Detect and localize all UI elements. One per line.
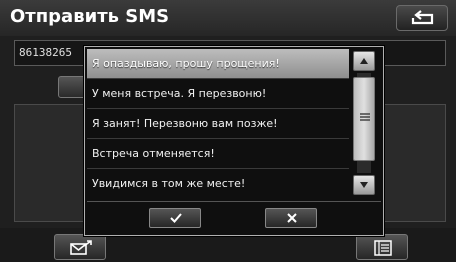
scroll-down-button[interactable]	[353, 175, 375, 195]
x-icon	[287, 213, 297, 223]
send-button[interactable]	[54, 234, 106, 260]
back-button[interactable]	[396, 5, 448, 31]
popup-footer	[87, 201, 381, 234]
template-list: Я опаздываю, прошу прощения! У меня встр…	[87, 49, 349, 199]
template-item-label: Увидимся в том же месте!	[92, 177, 246, 190]
template-item[interactable]: У меня встреча. Я перезвоню!	[87, 79, 349, 109]
template-item-label: У меня встреча. Я перезвоню!	[92, 87, 267, 100]
title-bar: Отправить SMS	[0, 0, 456, 36]
template-item[interactable]: Я опаздываю, прошу прощения!	[87, 49, 349, 79]
return-arrow-icon	[411, 10, 434, 25]
send-message-icon	[70, 240, 92, 255]
cancel-button[interactable]	[265, 208, 317, 228]
scroll-thumb[interactable]	[353, 77, 375, 161]
template-popup: Я опаздываю, прошу прощения! У меня встр…	[84, 46, 384, 236]
template-item-label: Я занят! Перезвоню вам позже!	[92, 117, 278, 130]
checkmark-icon	[170, 213, 182, 223]
sms-screen: Отправить SMS 86138265 Я опаздываю, прош…	[0, 0, 456, 262]
page-title: Отправить SMS	[10, 6, 170, 27]
template-item[interactable]: Увидимся в том же месте!	[87, 169, 349, 199]
grip-icon	[360, 113, 370, 121]
template-item[interactable]: Встреча отменяется!	[87, 139, 349, 169]
template-item-label: Встреча отменяется!	[92, 147, 215, 160]
template-item-label: Я опаздываю, прошу прощения!	[92, 57, 280, 70]
template-list-icon	[374, 240, 392, 256]
triangle-up-icon	[360, 58, 368, 64]
triangle-down-icon	[360, 182, 368, 188]
scroll-up-button[interactable]	[353, 51, 375, 71]
ok-button[interactable]	[149, 208, 201, 228]
templates-button[interactable]	[356, 234, 408, 260]
scrollbar[interactable]	[353, 51, 375, 195]
template-item[interactable]: Я занят! Перезвоню вам позже!	[87, 109, 349, 139]
recipient-number: 86138265	[19, 46, 72, 59]
